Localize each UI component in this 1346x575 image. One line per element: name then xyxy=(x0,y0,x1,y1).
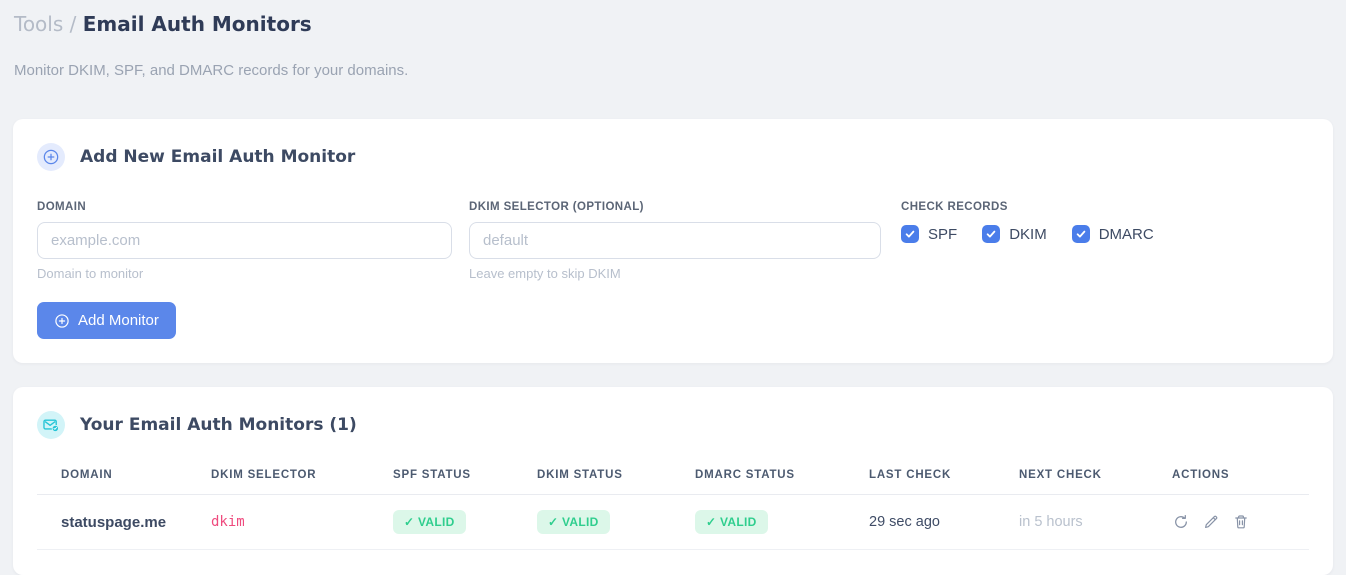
spf-checkbox[interactable] xyxy=(901,225,919,243)
dkim-selector-field-group: DKIM SELECTOR (OPTIONAL) Leave empty to … xyxy=(469,201,881,281)
monitors-card-title: Your Email Auth Monitors (1) xyxy=(80,415,357,435)
check-records-group: CHECK RECORDS SPF DKIM DMARC xyxy=(901,201,1154,243)
actions-group xyxy=(1172,514,1301,531)
dmarc-checkbox[interactable] xyxy=(1071,225,1090,243)
dmarc-status-badge: ✓ VALID xyxy=(695,510,768,534)
plus-circle-icon xyxy=(55,313,69,328)
column-header-domain: DOMAIN xyxy=(37,457,211,495)
domain-field-hint: Domain to monitor xyxy=(37,266,144,281)
add-monitor-card: Add New Email Auth Monitor DOMAIN Domain… xyxy=(13,119,1333,363)
monitor-next-check: in 5 hours xyxy=(1019,494,1172,550)
spf-checkbox-option[interactable]: SPF xyxy=(901,225,957,243)
monitor-dmarc-status-cell: ✓ VALID xyxy=(695,494,869,550)
check-icon xyxy=(986,230,996,238)
add-monitor-button[interactable]: Add Monitor xyxy=(37,302,176,339)
check-icon xyxy=(1076,230,1085,238)
add-monitor-form: DOMAIN Domain to monitor DKIM SELECTOR (… xyxy=(37,201,1309,281)
dmarc-checkbox-label: DMARC xyxy=(1098,225,1154,243)
monitor-domain: statuspage.me xyxy=(37,494,211,550)
check-records-options: SPF DKIM DMARC xyxy=(901,225,1154,243)
dkim-selector-field-label: DKIM SELECTOR (OPTIONAL) xyxy=(469,201,644,213)
add-monitor-button-label: Add Monitor xyxy=(78,312,159,329)
page-header: Tools / Email Auth Monitors Monitor DKIM… xyxy=(0,0,1346,79)
dkim-selector-input[interactable] xyxy=(469,222,881,259)
monitors-card: Your Email Auth Monitors (1) DOMAIN DKIM… xyxy=(13,387,1333,575)
dkim-checkbox[interactable] xyxy=(982,225,1001,243)
spf-checkbox-label: SPF xyxy=(928,225,958,243)
add-monitor-card-header: Add New Email Auth Monitor xyxy=(37,143,1309,171)
column-header-actions: ACTIONS xyxy=(1172,457,1309,495)
dkim-checkbox-label: DKIM xyxy=(1009,225,1047,243)
dkim-checkbox-option[interactable]: DKIM xyxy=(982,225,1047,243)
column-header-next-check: NEXT CHECK xyxy=(1019,457,1172,495)
delete-button[interactable] xyxy=(1232,514,1249,531)
add-monitor-card-title: Add New Email Auth Monitor xyxy=(80,147,356,167)
column-header-spf-status: SPF STATUS xyxy=(393,457,537,495)
table-row: statuspage.me dkim ✓ VALID ✓ VALID ✓ VAL… xyxy=(37,494,1309,550)
column-header-dkim-status: DKIM STATUS xyxy=(537,457,695,495)
edit-button[interactable] xyxy=(1202,514,1219,531)
monitor-dkim-selector: dkim xyxy=(211,494,393,550)
plus-circle-icon xyxy=(37,143,65,171)
dkim-selector-field-hint: Leave empty to skip DKIM xyxy=(469,266,621,281)
dkim-status-badge: ✓ VALID xyxy=(537,510,610,534)
domain-input[interactable] xyxy=(37,222,452,259)
refresh-icon xyxy=(1174,514,1187,528)
column-header-last-check: LAST CHECK xyxy=(869,457,1019,495)
pencil-icon xyxy=(1204,515,1217,528)
dmarc-checkbox-option[interactable]: DMARC xyxy=(1071,225,1154,243)
spf-status-badge: ✓ VALID xyxy=(393,510,466,534)
domain-field-group: DOMAIN Domain to monitor xyxy=(37,201,452,281)
column-header-dmarc-status: DMARC STATUS xyxy=(695,457,869,495)
breadcrumb-separator: / xyxy=(69,12,83,36)
trash-icon xyxy=(1234,515,1247,529)
monitor-last-check: 29 sec ago xyxy=(869,494,1019,550)
monitors-card-header: Your Email Auth Monitors (1) xyxy=(37,411,1309,439)
check-icon xyxy=(905,230,915,238)
table-header-row: DOMAIN DKIM SELECTOR SPF STATUS DKIM STA… xyxy=(37,457,1309,495)
breadcrumb-tools-link[interactable]: Tools xyxy=(14,12,63,36)
monitor-spf-status-cell: ✓ VALID xyxy=(393,494,537,550)
monitor-dkim-status-cell: ✓ VALID xyxy=(537,494,695,550)
domain-field-label: DOMAIN xyxy=(37,201,87,213)
email-check-icon xyxy=(37,411,65,439)
monitor-actions-cell xyxy=(1172,494,1309,550)
refresh-button[interactable] xyxy=(1172,514,1189,531)
monitors-table: DOMAIN DKIM SELECTOR SPF STATUS DKIM STA… xyxy=(37,457,1309,550)
check-records-label: CHECK RECORDS xyxy=(901,201,1008,213)
breadcrumb: Tools / Email Auth Monitors xyxy=(14,12,1332,36)
page-title: Email Auth Monitors xyxy=(82,12,312,36)
page-subtitle: Monitor DKIM, SPF, and DMARC records for… xyxy=(14,62,409,79)
column-header-dkim-selector: DKIM SELECTOR xyxy=(211,457,393,495)
